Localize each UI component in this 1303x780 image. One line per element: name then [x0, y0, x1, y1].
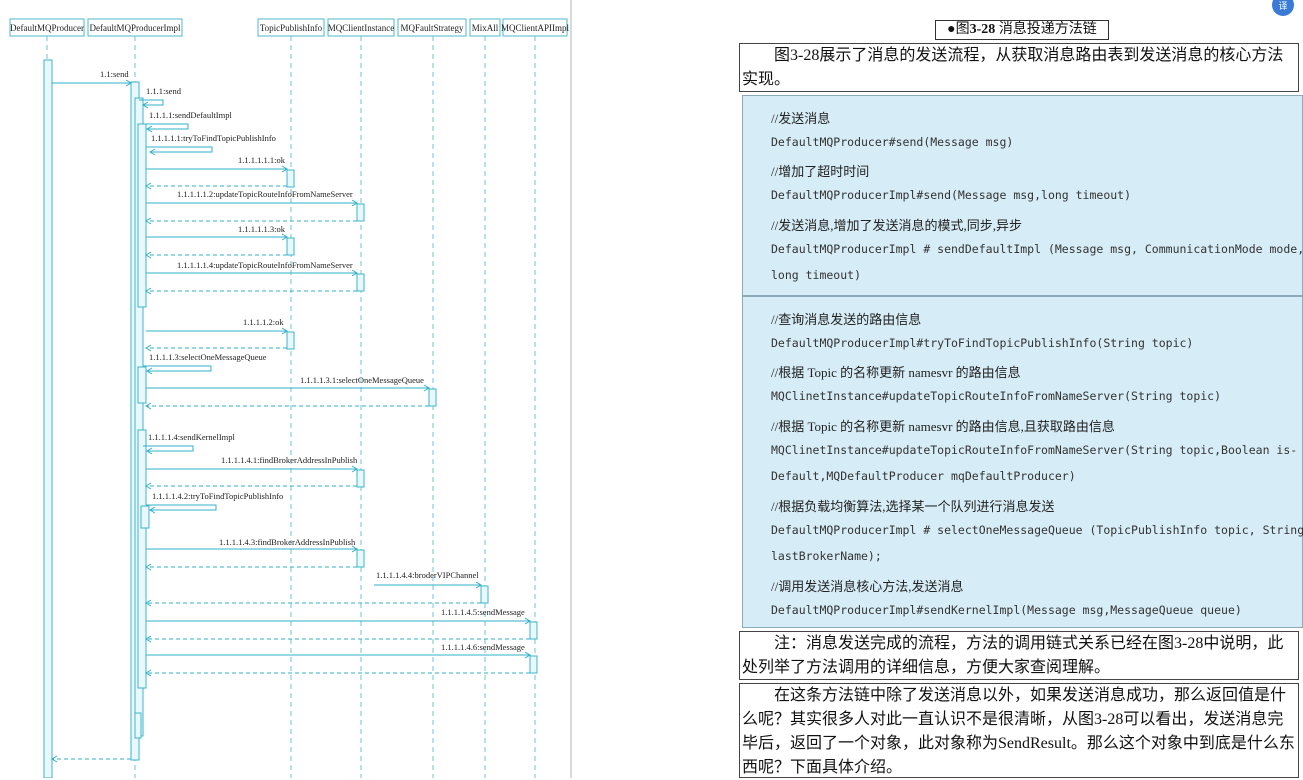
self-call-arrow: [143, 365, 212, 372]
paragraph-intro: 图3-28展示了消息的发送流程，从获取消息路由表到发送消息的核心方法实现。: [739, 43, 1299, 92]
message-label: 1.1.1.1.1.1:ok: [238, 155, 286, 165]
activation-bar: [356, 469, 365, 488]
activation-bar: [134, 712, 142, 739]
actor-label: DefaultMQProducer: [10, 23, 84, 33]
actor-label: DefaultMQProducerImpl: [90, 23, 181, 33]
code-line: lastBrokerName);: [771, 549, 882, 564]
code-line: DefaultMQProducer#send(Message msg): [771, 134, 1014, 149]
message-label: 1.1.1.1.4.4:broderVIPChannel: [376, 570, 479, 580]
code-line: Default,MQDefaultProducer mqDefaultProdu…: [771, 469, 1076, 484]
message-label: 1.1.1.1.4.5:sendMessage: [441, 607, 525, 617]
message-label: 1.1.1.1.3.1:selectOneMessageQueue: [300, 375, 424, 385]
code-comment: //发送消息: [771, 111, 831, 126]
message-label: 1.1.1.1.1.3:ok: [238, 224, 286, 234]
code-comment: //查询消息发送的路由信息: [771, 312, 922, 327]
message-label: 1.1.1.1.4.3:findBrokerAddressInPublish: [219, 537, 356, 547]
paragraph-sendresult: 在这条方法链中除了发送消息以外，如果发送消息成功，那么返回值是什么呢？其实很多人…: [739, 683, 1299, 778]
self-call-arrow: [146, 504, 217, 511]
actor-label: MixAll: [472, 23, 499, 33]
code-comment: //根据 Topic 的名称更新 namesvr 的路由信息: [771, 365, 1021, 381]
code-comment: //根据负载均衡算法,选择某一个队列进行消息发送: [771, 498, 1055, 514]
activation-bar: [286, 237, 295, 256]
message-label: 1.1.1.1.3:selectOneMessageQueue: [149, 352, 267, 362]
page-gap: [572, 0, 652, 778]
activation-bar: [356, 549, 365, 568]
message-label: 1.1.1.1.2:ok: [243, 317, 284, 327]
activation-bar: [356, 273, 365, 292]
message-label: 1.1:send: [100, 69, 129, 79]
activation-bar: [356, 203, 365, 222]
activation-bar: [137, 429, 147, 689]
left-page: DefaultMQProducer DefaultMQProducerImpl To…: [0, 0, 570, 778]
activation-bar: [428, 388, 437, 407]
actor-label: TopicPublishInfo: [260, 23, 323, 33]
self-call-arrow: [146, 146, 213, 153]
activation-bar: [43, 59, 53, 778]
message-label: 1.1.1.1.4:sendKernelImpl: [148, 432, 236, 442]
activation-bar: [140, 505, 150, 529]
message-label: 1.1.1.1.1.2:updateTopicRouteInfoFromName…: [177, 189, 353, 199]
actor-label: MQClientAPIImpl: [501, 23, 570, 33]
code-line: MQClinetInstance#updateTopicRouteInfoFro…: [771, 442, 1298, 457]
message-label: 1.1.1.1:sendDefaultImpl: [149, 110, 232, 120]
code-comment: //调用发送消息核心方法,发送消息: [771, 579, 964, 594]
actor-label: MQFaultStrategy: [401, 23, 464, 33]
figure-caption: ●图3-28 消息投递方法链: [935, 20, 1109, 40]
activation-bar: [480, 585, 489, 604]
code-line: DefaultMQProducerImpl # sendDefaultImpl …: [771, 241, 1303, 256]
activation-bar: [286, 169, 295, 188]
message-label: 1.1.1.1.1:tryToFindTopicPublishInfo: [151, 133, 276, 143]
message-label: 1.1.1.1.4.2:tryToFindTopicPublishInfo: [152, 491, 283, 501]
code-comment: //增加了超时时间: [771, 164, 870, 180]
code-line: DefaultMQProducerImpl#tryToFindTopicPubl…: [771, 335, 1194, 350]
code-line: MQClinetInstance#updateTopicRouteInfoFro…: [771, 389, 1222, 404]
activation-bar: [529, 655, 538, 674]
arrow-head: [51, 755, 58, 763]
code-block-1: //发送消息 DefaultMQProducer#send(Message msg…: [742, 95, 1303, 296]
activation-bar: [286, 331, 295, 350]
self-call-arrow: [143, 123, 189, 130]
activation-bar: [529, 621, 538, 640]
activation-bar: [137, 123, 147, 308]
code-line: DefaultMQProducerImpl # selectOneMessage…: [771, 522, 1303, 537]
message-label: 1.1.1.1.4.6:sendMessage: [441, 642, 525, 652]
code-line: DefaultMQProducerImpl#send(Message msg,l…: [771, 188, 1132, 203]
note-paragraph: 注：消息发送完成的流程，方法的调用链式关系已经在图3-28中说明，此处列举了方法…: [739, 631, 1299, 680]
code-comment: //根据 Topic 的名称更新 namesvr 的路由信息,且获取路由信息: [771, 418, 1115, 434]
code-comment: //发送消息,增加了发送消息的模式,同步,异步: [771, 217, 1022, 233]
sequence-diagram: DefaultMQProducer DefaultMQProducerImpl To…: [9, 18, 570, 778]
activation-bar: [137, 366, 147, 404]
message-label: 1.1.1.1.4.1:findBrokerAddressInPublish: [221, 455, 358, 465]
message-label: 1.1.1.1.1.4:updateTopicRouteInfoFromName…: [177, 260, 353, 270]
code-block-2: //查询消息发送的路由信息 DefaultMQProducerImpl#tryTo…: [742, 296, 1303, 628]
code-line: DefaultMQProducerImpl#sendKernelImpl(Mes…: [771, 602, 1242, 617]
message-label: 1.1.1:send: [146, 86, 182, 96]
actor-label: MQClientInstance: [328, 23, 395, 33]
code-line: long timeout): [771, 268, 862, 283]
